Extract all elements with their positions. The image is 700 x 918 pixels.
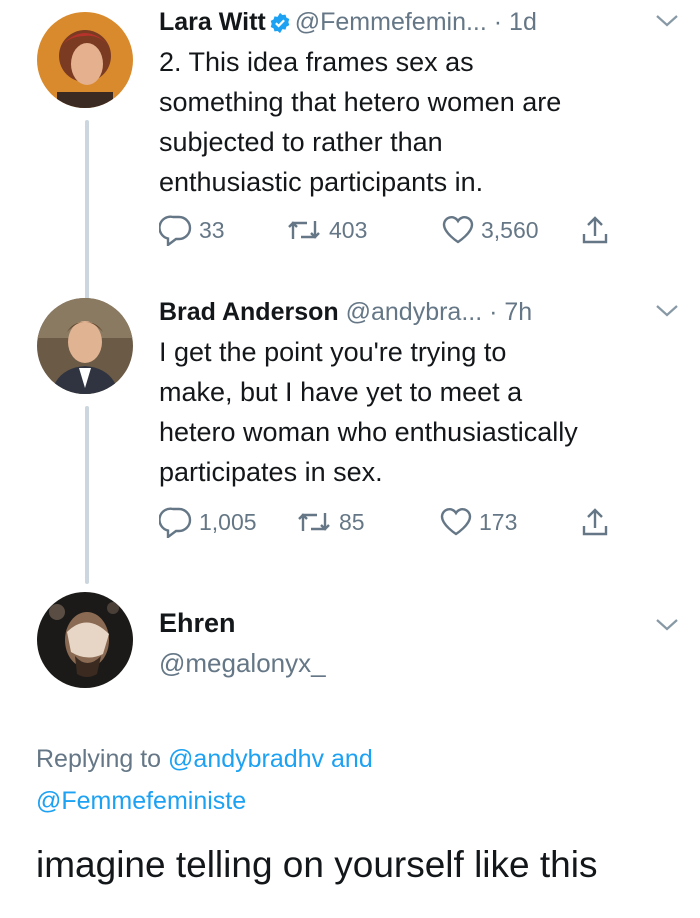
tweet-text-line: I get the point you're trying to (159, 337, 507, 367)
tweet-text-line: participates in sex. (159, 457, 383, 487)
verified-badge-icon (269, 10, 291, 42)
reply-count: 1,005 (199, 508, 257, 535)
share-icon (579, 506, 611, 538)
reply-icon (159, 214, 193, 246)
reply-icon (159, 506, 193, 538)
replying-to: Replying to @andybradhv and @Femmefemini… (36, 738, 676, 822)
timestamp[interactable]: · 1d (494, 8, 537, 36)
timestamp[interactable]: · 7h (489, 298, 532, 326)
reply-handle[interactable]: @megalonyx_ (159, 646, 326, 680)
tweet-text-line: enthusiastic participants in. (159, 167, 484, 197)
tweet-text-line: 2. This idea frames sex as (159, 47, 474, 77)
tweet-text-line: something that hetero women are (159, 87, 562, 117)
retweet-count: 85 (339, 508, 365, 535)
tweet-text-line: hetero woman who enthusiastically (159, 417, 578, 447)
tweet-header: Brad Anderson @andybra... · 7h (159, 296, 532, 328)
heart-icon (441, 214, 475, 246)
handle[interactable]: @andybra... (346, 298, 483, 326)
avatar-ehren[interactable] (37, 592, 133, 688)
avatar-brad-anderson[interactable] (37, 298, 133, 394)
reply-button[interactable]: 1,005 (159, 505, 257, 539)
reply-count: 33 (199, 216, 225, 243)
tweet-text: 2. This idea frames sex as something tha… (159, 42, 679, 202)
handle[interactable]: @Femmefemin... (295, 8, 487, 36)
retweet-button[interactable]: 85 (295, 505, 365, 539)
chevron-down-icon[interactable] (654, 302, 680, 325)
share-button[interactable] (579, 213, 611, 247)
mention-link[interactable]: @andybradhv (168, 745, 324, 773)
mention-link[interactable]: @Femmefeministe (36, 787, 246, 815)
display-name[interactable]: Lara Witt (159, 8, 266, 36)
like-button[interactable]: 3,560 (441, 213, 539, 247)
like-count: 3,560 (481, 216, 539, 243)
chevron-down-icon[interactable] (654, 616, 680, 639)
retweet-button[interactable]: 403 (285, 213, 367, 247)
tweet-text: I get the point you're trying to make, b… (159, 332, 679, 492)
tweet-actions: 1,005 85 173 (159, 505, 659, 539)
reply-tweet-text: imagine telling on yourself like this (36, 844, 598, 885)
share-icon (579, 214, 611, 246)
tweet-actions: 33 403 3,560 (159, 213, 659, 247)
replying-prefix: Replying to (36, 745, 162, 773)
tweet-header: Lara Witt @Femmefemin... · 1d (159, 6, 537, 42)
retweet-count: 403 (329, 216, 368, 243)
reply-display-name[interactable]: Ehren (159, 606, 236, 640)
tweet-text-line: subjected to rather than (159, 127, 443, 157)
heart-icon (439, 506, 473, 538)
share-button[interactable] (579, 505, 611, 539)
like-button[interactable]: 173 (439, 505, 517, 539)
avatar-lara-witt[interactable] (37, 12, 133, 108)
tweet-text-line: make, but I have yet to meet a (159, 377, 523, 407)
thread-line (85, 120, 89, 300)
replying-and[interactable]: and (331, 745, 373, 773)
retweet-icon (285, 215, 323, 245)
display-name[interactable]: Brad Anderson (159, 298, 339, 326)
retweet-icon (295, 507, 333, 537)
thread-line (85, 406, 89, 584)
like-count: 173 (479, 508, 518, 535)
reply-button[interactable]: 33 (159, 213, 225, 247)
chevron-down-icon[interactable] (654, 12, 680, 35)
